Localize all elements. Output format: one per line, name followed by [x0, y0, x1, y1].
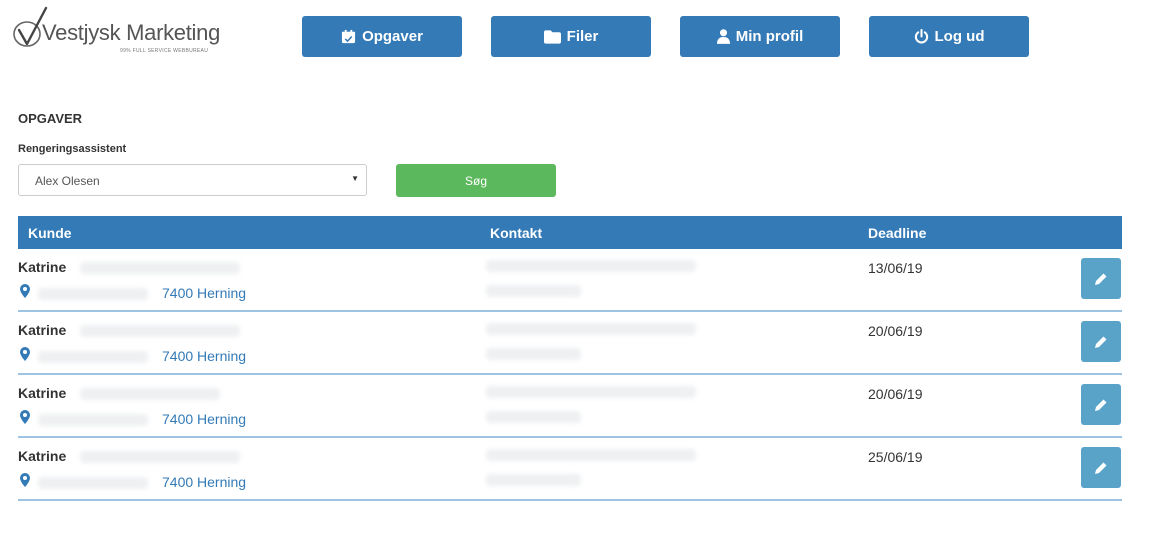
customer-city[interactable]: 7400 Herning	[162, 411, 246, 427]
table-row: Katrine 7400 Herning 13/06/19	[18, 249, 1122, 312]
column-header-kunde: Kunde	[28, 225, 72, 241]
column-header-deadline: Deadline	[868, 225, 927, 241]
folder-icon	[543, 29, 561, 44]
page-title: OPGAVER	[18, 111, 83, 126]
map-pin-icon	[20, 347, 30, 361]
table-row: Katrine 7400 Herning 25/06/19	[18, 438, 1122, 501]
pencil-icon	[1095, 462, 1107, 474]
nav-button-log-ud[interactable]: Log ud	[869, 16, 1029, 57]
redacted-street	[38, 477, 148, 489]
redacted-contact	[486, 449, 696, 461]
deadline-date: 25/06/19	[868, 449, 923, 465]
nav-button-filer[interactable]: Filer	[491, 16, 651, 57]
customer-name: Katrine	[18, 448, 67, 464]
user-icon	[716, 29, 730, 44]
map-pin-icon	[20, 284, 30, 298]
redacted-phone	[486, 285, 581, 297]
customer-name: Katrine	[18, 385, 67, 401]
customer-city[interactable]: 7400 Herning	[162, 474, 246, 490]
brand-tagline: 99% FULL SERVICE WEBBUREAU	[120, 48, 209, 54]
redacted-street	[38, 288, 148, 300]
nav-button-opgaver[interactable]: Opgaver	[302, 16, 462, 57]
table-row: Katrine 7400 Herning 20/06/19	[18, 312, 1122, 375]
cleaner-select[interactable]: Alex Olesen ▼	[18, 164, 367, 196]
redacted-address	[80, 262, 240, 274]
nav-label: Opgaver	[362, 28, 423, 45]
column-header-kontakt: Kontakt	[490, 225, 543, 241]
map-pin-icon	[20, 473, 30, 487]
nav-button-min-profil[interactable]: Min profil	[680, 16, 840, 57]
pencil-icon	[1095, 273, 1107, 285]
brand-name: Vestjysk Marketing	[42, 20, 221, 45]
redacted-address	[80, 388, 220, 400]
redacted-phone	[486, 411, 581, 423]
deadline-date: 20/06/19	[868, 323, 923, 339]
edit-button[interactable]	[1081, 384, 1121, 425]
redacted-address	[80, 451, 240, 463]
nav-label: Log ud	[934, 28, 985, 45]
search-button[interactable]: Søg	[396, 164, 556, 197]
redacted-contact	[486, 260, 696, 272]
redacted-street	[38, 351, 148, 363]
nav-label: Min profil	[735, 28, 804, 45]
cleaner-select-value: Alex Olesen	[35, 174, 100, 188]
table-header: Kunde Kontakt Deadline	[18, 216, 1122, 249]
edit-button[interactable]	[1081, 447, 1121, 488]
map-pin-icon	[20, 410, 30, 424]
redacted-address	[80, 325, 240, 337]
redacted-contact	[486, 323, 696, 335]
nav-label: Filer	[566, 28, 599, 45]
brand-logo: Vestjysk Marketing 99% FULL SERVICE WEBB…	[12, 6, 252, 56]
redacted-phone	[486, 474, 581, 486]
table-row: Katrine 7400 Herning 20/06/19	[18, 375, 1122, 438]
redacted-phone	[486, 348, 581, 360]
deadline-date: 20/06/19	[868, 386, 923, 402]
filter-label: Rengeringsassistent	[18, 143, 127, 155]
customer-name: Katrine	[18, 322, 67, 338]
calendar-icon	[342, 29, 356, 44]
redacted-contact	[486, 386, 696, 398]
dropdown-arrow-icon: ▼	[351, 174, 359, 183]
pencil-icon	[1095, 336, 1107, 348]
edit-button[interactable]	[1081, 321, 1121, 362]
customer-city[interactable]: 7400 Herning	[162, 348, 246, 364]
edit-button[interactable]	[1081, 258, 1121, 299]
pencil-icon	[1095, 399, 1107, 411]
redacted-street	[38, 414, 148, 426]
deadline-date: 13/06/19	[868, 260, 923, 276]
customer-name: Katrine	[18, 259, 67, 275]
power-icon	[914, 29, 928, 44]
customer-city[interactable]: 7400 Herning	[162, 285, 246, 301]
